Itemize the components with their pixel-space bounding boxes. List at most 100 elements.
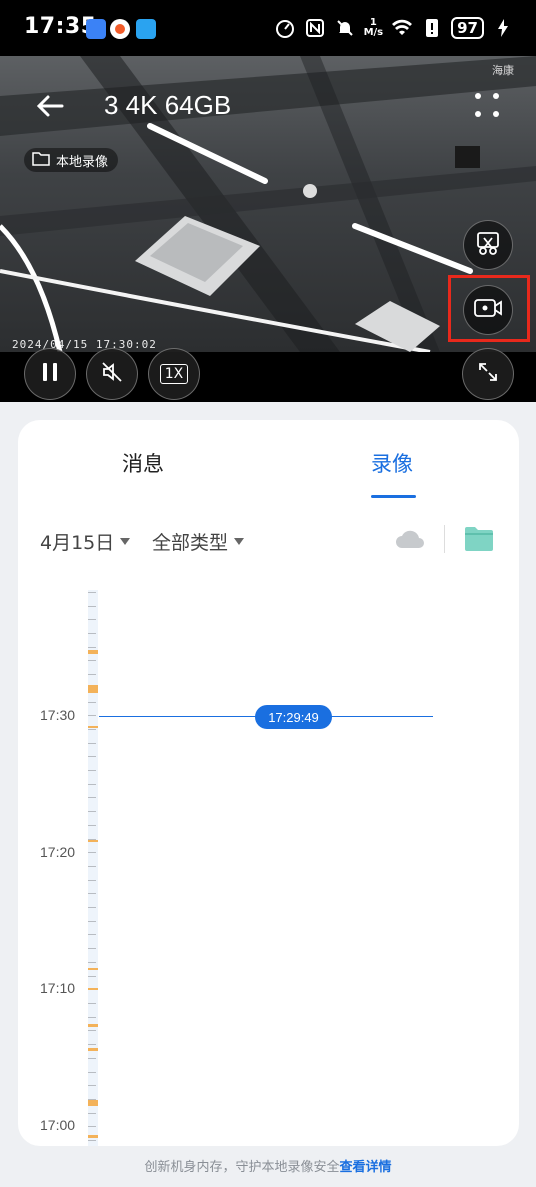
network-speed: 1 M/s bbox=[363, 17, 384, 38]
more-icon[interactable] bbox=[474, 92, 500, 118]
mute-bell-icon bbox=[334, 17, 356, 39]
timeline-tick bbox=[88, 852, 96, 853]
timeline-tick bbox=[88, 729, 96, 730]
folder-icon bbox=[32, 150, 50, 170]
type-filter-label: 全部类型 bbox=[152, 532, 229, 554]
timeline-tick bbox=[88, 1044, 96, 1045]
tab-recordings[interactable]: 录像 bbox=[371, 448, 413, 478]
tab-messages[interactable]: 消息 bbox=[122, 448, 164, 478]
footer-text: 创新机身内存，守护本地录像安全 bbox=[144, 1160, 340, 1175]
recording-segment[interactable] bbox=[88, 968, 98, 970]
recording-segment[interactable] bbox=[88, 1024, 98, 1027]
device-title: 3 4K 64GB bbox=[104, 90, 232, 120]
timeline-tick bbox=[88, 880, 96, 881]
timeline-tick bbox=[88, 756, 96, 757]
cloud-icon[interactable] bbox=[394, 526, 426, 554]
timeline-cursor-time[interactable]: 17:29:49 bbox=[255, 705, 332, 729]
speedometer-icon bbox=[274, 17, 296, 39]
timeline-tick bbox=[88, 934, 96, 935]
local-recording-label: 本地录像 bbox=[56, 154, 109, 170]
recording-segment[interactable] bbox=[88, 650, 98, 654]
chevron-down-icon bbox=[234, 538, 245, 545]
timeline-tick bbox=[88, 702, 96, 703]
clip-button[interactable] bbox=[463, 220, 513, 270]
pause-icon bbox=[40, 361, 60, 387]
app-notification-icon bbox=[110, 19, 130, 39]
timeline-tick bbox=[88, 715, 96, 716]
timeline-tick bbox=[88, 619, 96, 620]
timeline-tick bbox=[88, 962, 96, 963]
timeline-tick bbox=[88, 1003, 96, 1004]
recording-segment[interactable] bbox=[88, 988, 98, 990]
timeline-tick bbox=[88, 825, 96, 826]
details-link[interactable]: 查看详情 bbox=[340, 1160, 392, 1175]
timeline-tick bbox=[88, 921, 96, 922]
timeline-tick bbox=[88, 1030, 96, 1031]
timeline-tick bbox=[88, 784, 96, 785]
timeline-tick bbox=[88, 811, 96, 812]
timeline-tick bbox=[88, 797, 96, 798]
timeline-tick bbox=[88, 976, 96, 977]
pause-button[interactable] bbox=[24, 348, 76, 400]
timeline-tick bbox=[88, 1140, 96, 1141]
timeline-tick bbox=[88, 907, 96, 908]
records-card: 消息 录像 4月15日 全部类型 17:30 17:20 17:10 17:00… bbox=[18, 420, 519, 1146]
expand-icon bbox=[477, 361, 499, 387]
status-bar: 17:35 1 M/s 97 bbox=[0, 0, 536, 56]
timeline-tick bbox=[88, 743, 96, 744]
timeline-tick bbox=[88, 1113, 96, 1114]
type-filter[interactable]: 全部类型 bbox=[152, 528, 245, 555]
speed-badge: 1X bbox=[159, 364, 189, 384]
recording-segment[interactable] bbox=[88, 726, 98, 728]
charging-icon bbox=[492, 17, 514, 39]
local-recording-chip[interactable]: 本地录像 bbox=[24, 148, 119, 172]
time-label: 17:00 bbox=[40, 1117, 76, 1133]
recording-segment[interactable] bbox=[88, 1100, 98, 1106]
battery-indicator: 97 bbox=[451, 17, 484, 39]
timeline-tick bbox=[88, 893, 96, 894]
timeline-tick bbox=[88, 633, 96, 634]
date-filter[interactable]: 4月15日 bbox=[40, 528, 131, 555]
timeline-tick bbox=[88, 866, 96, 867]
playback-controls: 1X bbox=[0, 348, 536, 402]
timeline-tick bbox=[88, 647, 96, 648]
alert-icon bbox=[421, 17, 443, 39]
highlight-frame bbox=[448, 275, 530, 342]
time-label: 17:30 bbox=[40, 707, 76, 723]
camera-video-view[interactable]: 3 4K 64GB 海康 本地录像 2024/04/15 17:30:02 bbox=[0, 56, 536, 352]
speaker-muted-icon bbox=[100, 360, 124, 388]
timeline-tick bbox=[88, 674, 96, 675]
time-label: 17:10 bbox=[40, 980, 76, 996]
footer-note: 创新机身内存，守护本地录像安全查看详情 bbox=[0, 1156, 536, 1175]
status-icons: 1 M/s 97 bbox=[274, 14, 514, 42]
date-filter-label: 4月15日 bbox=[40, 532, 115, 554]
local-folder-icon[interactable] bbox=[464, 526, 494, 556]
time-label: 17:20 bbox=[40, 844, 76, 860]
chevron-down-icon bbox=[120, 538, 131, 545]
timeline-tick bbox=[88, 1085, 96, 1086]
mute-button[interactable] bbox=[86, 348, 138, 400]
usb-icon bbox=[86, 19, 106, 39]
speed-button[interactable]: 1X bbox=[148, 348, 200, 400]
nfc-icon bbox=[304, 17, 326, 39]
brand-watermark: 海康 bbox=[492, 64, 514, 77]
timeline-tick bbox=[88, 1058, 96, 1059]
timeline-tick bbox=[88, 1072, 96, 1073]
timeline-tick bbox=[88, 948, 96, 949]
timeline-tick bbox=[88, 592, 96, 593]
back-button[interactable] bbox=[32, 86, 72, 126]
recording-segment[interactable] bbox=[88, 1048, 98, 1051]
timeline-tick bbox=[88, 770, 96, 771]
camera-app-icon bbox=[136, 19, 156, 39]
wifi-icon bbox=[391, 17, 413, 39]
active-tab-indicator bbox=[371, 495, 416, 498]
scissors-icon bbox=[475, 230, 501, 260]
divider bbox=[444, 525, 445, 553]
timeline-tick bbox=[88, 1017, 96, 1018]
timeline-tick bbox=[88, 606, 96, 607]
recording-segment[interactable] bbox=[88, 1135, 98, 1138]
timeline-tick bbox=[88, 660, 96, 661]
recording-segment[interactable] bbox=[88, 840, 98, 842]
fullscreen-button[interactable] bbox=[462, 348, 514, 400]
recording-segment[interactable] bbox=[88, 685, 98, 693]
